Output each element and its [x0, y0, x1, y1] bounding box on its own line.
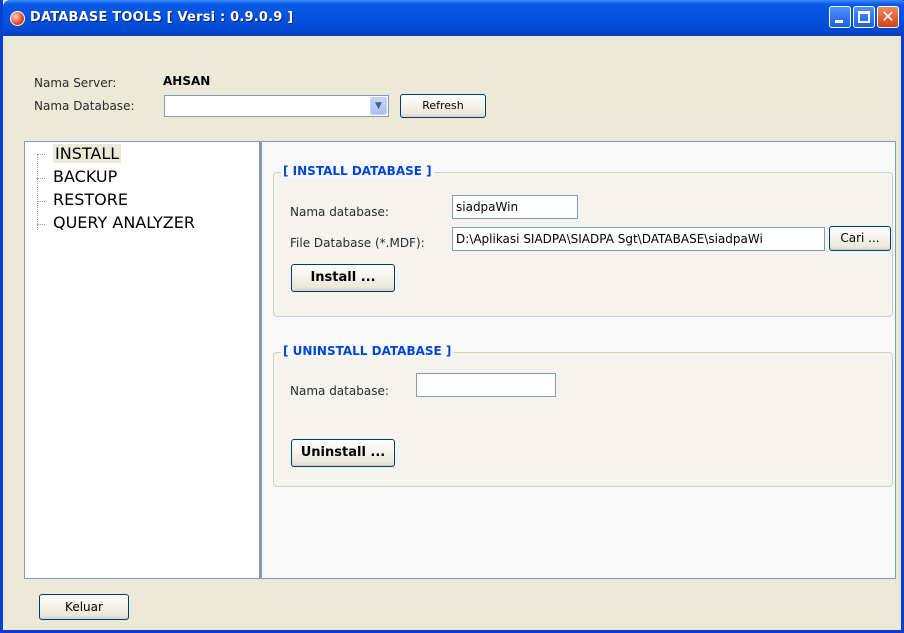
database-label: Nama Database:: [34, 99, 135, 113]
tree-branch: [37, 224, 45, 225]
tree-branch: [37, 201, 45, 202]
minimize-button[interactable]: [829, 6, 851, 28]
install-name-input[interactable]: siadpaWin: [452, 195, 578, 219]
footer-bar: [24, 579, 896, 625]
file-database-label: File Database (*.MDF):: [290, 236, 425, 250]
uninstall-name-input[interactable]: [416, 373, 556, 397]
maximize-icon: [858, 11, 870, 23]
minimize-icon: [835, 20, 843, 23]
browse-button[interactable]: Cari ...: [829, 226, 891, 251]
tree-connector: [37, 154, 38, 230]
server-label: Nama Server:: [34, 76, 117, 90]
uninstall-name-label: Nama database:: [290, 384, 389, 398]
install-name-label: Nama database:: [290, 205, 389, 219]
exit-button[interactable]: Keluar: [39, 594, 129, 620]
sidebar-item-backup[interactable]: BACKUP: [53, 167, 117, 186]
chevron-down-icon[interactable]: ▼: [370, 97, 387, 115]
refresh-button[interactable]: Refresh: [400, 94, 486, 118]
close-icon: ✕: [881, 7, 895, 26]
database-select[interactable]: ▼: [164, 95, 389, 117]
app-window: DATABASE TOOLS [ Versi : 0.9.0.9 ] ✕ Nam…: [0, 0, 904, 633]
maximize-button[interactable]: [853, 6, 875, 28]
title-bar[interactable]: DATABASE TOOLS [ Versi : 0.9.0.9 ] ✕: [3, 0, 904, 36]
window-title: DATABASE TOOLS [ Versi : 0.9.0.9 ]: [30, 10, 294, 25]
uninstall-group-title: [ UNINSTALL DATABASE ]: [281, 344, 454, 358]
close-button[interactable]: ✕: [877, 6, 899, 28]
server-name: AHSAN: [163, 74, 211, 88]
sidebar-item-restore[interactable]: RESTORE: [53, 190, 128, 209]
tree-branch: [37, 178, 45, 179]
sidebar-item-query-analyzer[interactable]: QUERY ANALYZER: [53, 213, 195, 232]
install-button[interactable]: Install ...: [291, 264, 395, 292]
tree-branch: [37, 154, 45, 155]
file-database-input[interactable]: D:\Aplikasi SIADPA\SIADPA Sgt\DATABASE\s…: [452, 227, 825, 251]
sidebar-item-install[interactable]: INSTALL: [53, 144, 122, 163]
install-group-title: [ INSTALL DATABASE ]: [281, 164, 434, 178]
uninstall-button[interactable]: Uninstall ...: [291, 439, 395, 467]
app-icon: [10, 11, 25, 26]
